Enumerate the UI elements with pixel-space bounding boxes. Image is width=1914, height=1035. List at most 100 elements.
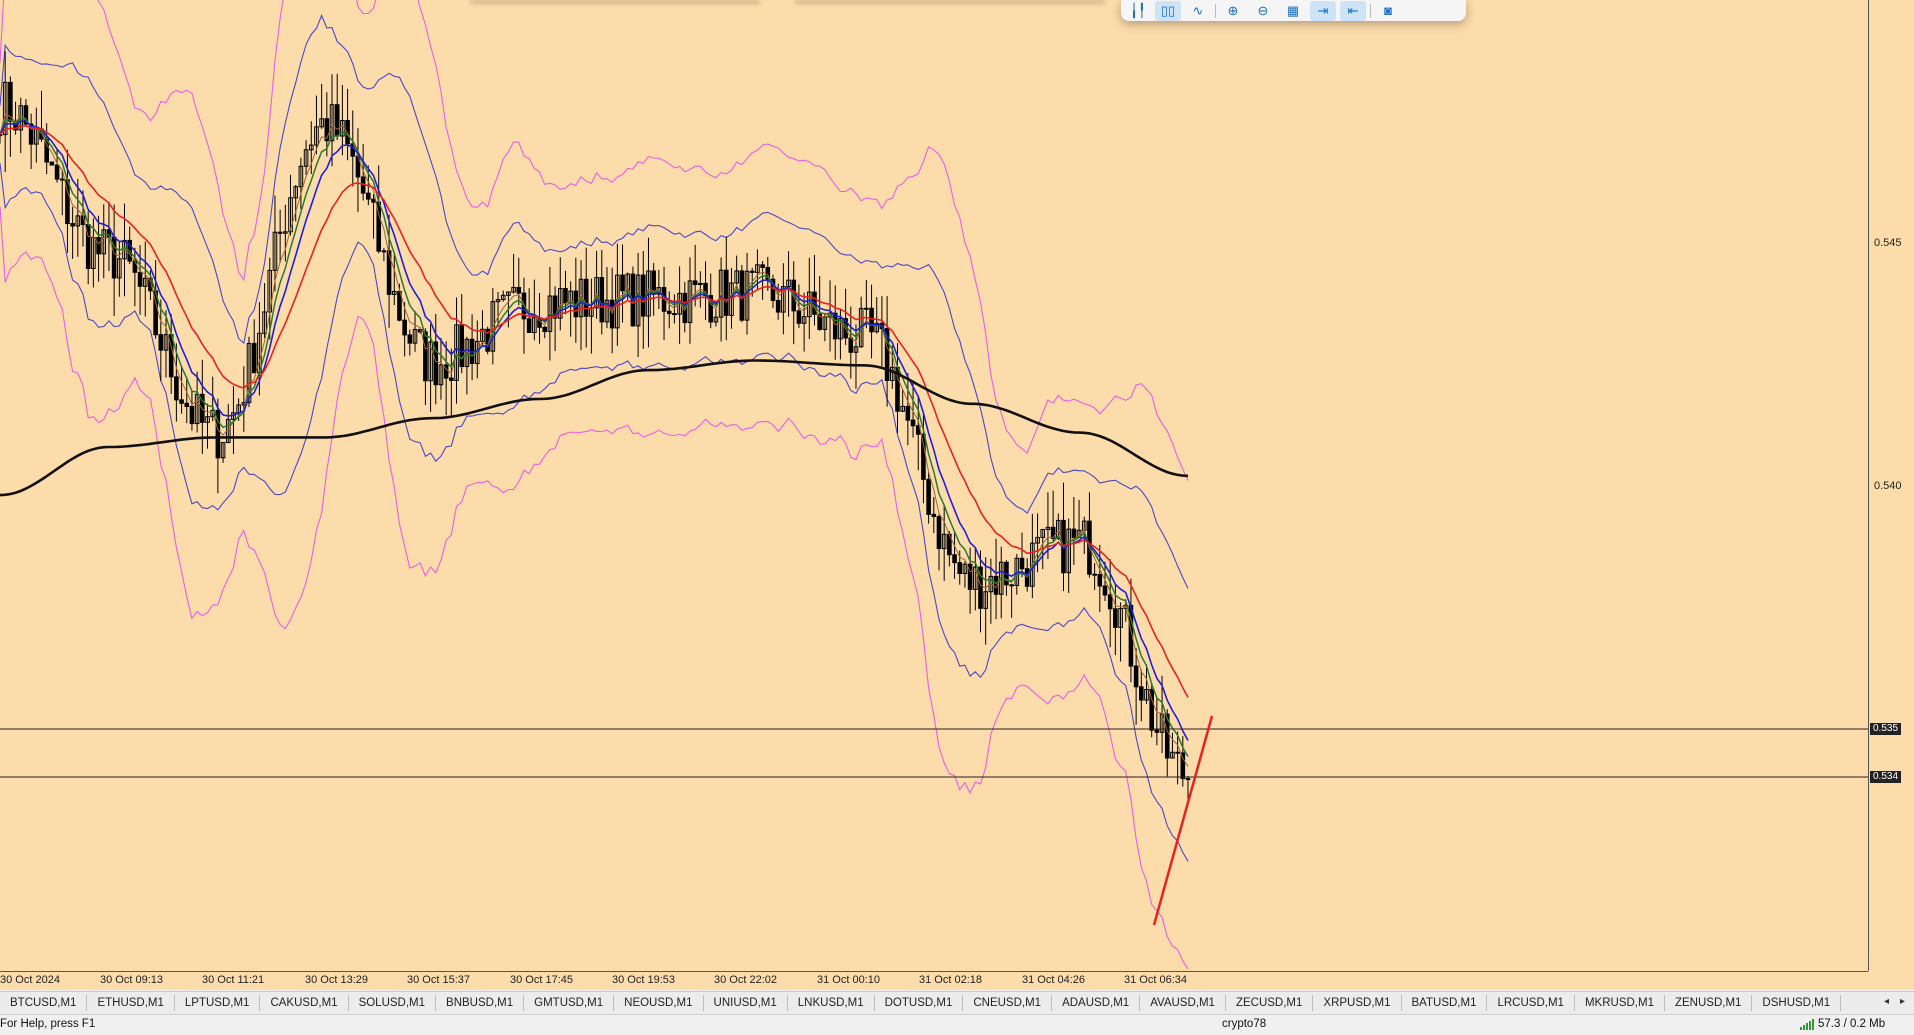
symbol-tab[interactable]: ETHUSD,M1 [87,995,175,1011]
toolbar-shadow [795,0,1105,4]
candle-body [775,299,781,313]
time-axis [0,971,1868,972]
candle-body [921,433,926,480]
ma-green-line [0,117,1189,757]
symbol-tab[interactable]: LPTUSD,M1 [175,995,261,1011]
candle-body [760,264,765,268]
symbol-tab[interactable]: DOTUSD,M1 [875,995,964,1011]
zoom-in-icon[interactable]: ⊕ [1220,1,1246,21]
candle-body [407,334,413,344]
candle-body [1107,594,1113,610]
candle-body [620,274,625,292]
toolbar-shadow [470,0,760,4]
candle-body [1092,573,1097,576]
line-chart-icon[interactable]: ∿ [1185,1,1211,21]
time-label: 31 Oct 00:10 [817,974,880,986]
bar-chart-icon[interactable]: ╽╿ [1125,1,1151,21]
symbol-tab[interactable]: CAKUSD,M1 [260,995,349,1011]
candle-body [692,280,698,286]
candle-body [526,318,532,333]
status-profile: crypto78 [1222,1018,1267,1030]
candle-body [49,161,55,166]
time-label: 30 Oct 13:29 [305,974,368,986]
symbol-tabs-bar: BTCUSD,M1 ETHUSD,M1 LPTUSD,M1 CAKUSD,M1 … [0,991,1914,1014]
screenshot-icon[interactable]: ◙ [1375,1,1401,21]
toolbar-divider [1370,3,1371,18]
candle-body [189,405,195,425]
symbol-tab[interactable]: DSHUSD,M1 [1752,995,1842,1011]
candle-body [926,478,931,515]
candle-body [423,331,428,382]
candle-body [174,376,179,401]
candle-body [70,223,75,227]
time-label: 31 Oct 06:34 [1124,974,1187,986]
candle-body [931,513,937,518]
symbol-tab[interactable]: LRCUSD,M1 [1487,995,1575,1011]
price-axis [1868,0,1869,971]
symbol-tab[interactable]: LNKUSD,M1 [788,995,875,1011]
candle-body [158,334,164,351]
chart-area[interactable]: 0.545 0.540 0.535 0.534 30 Oct 2024 30 O… [0,0,1914,990]
tab-scroll-left-icon[interactable]: ◂ [1884,996,1889,1007]
candle-body [957,562,963,575]
candle-body [516,286,522,294]
price-level-label: 0.540 [1874,480,1902,492]
symbol-tab[interactable]: BATUSD,M1 [1402,995,1488,1011]
bollinger-outer-upper [0,0,1189,481]
candle-body [905,405,911,421]
toolbar-divider [1215,3,1216,18]
candle-body [371,198,376,203]
symbol-tab[interactable]: ZENUSD,M1 [1665,995,1753,1011]
candle-body [563,288,568,304]
candle-body [864,307,869,310]
candle-body [137,271,143,287]
candle-body [542,326,548,333]
chart-shift-icon[interactable]: ⇤ [1340,0,1366,21]
status-bar: For Help, press F1 crypto78 57.3 / 0.2 M… [0,1014,1914,1035]
candle-body [179,399,184,404]
grid-icon[interactable]: ▦ [1280,1,1306,21]
status-traffic: 57.3 / 0.2 Mb [1818,1018,1886,1030]
candle-body [672,313,677,316]
price-chart[interactable] [0,0,1868,971]
zoom-out-icon[interactable]: ⊖ [1250,1,1276,21]
symbol-tab[interactable]: AVAUSD,M1 [1140,995,1226,1011]
tab-scroll-right-icon[interactable]: ▸ [1900,996,1905,1007]
time-label: 31 Oct 02:18 [919,974,982,986]
candle-body [910,419,916,427]
autoscroll-icon[interactable]: ⇥ [1310,0,1336,21]
candle-body [666,310,672,315]
symbol-tab[interactable]: GMTUSD,M1 [524,995,615,1011]
candle-body [449,377,454,381]
symbol-tab[interactable]: ZECUSD,M1 [1226,995,1314,1011]
candle-body [1133,665,1139,688]
symbol-tab[interactable]: XRPUSD,M1 [1313,995,1402,1011]
candle-body [583,278,589,317]
candle-body [723,269,729,316]
status-connection: 57.3 / 0.2 Mb [1800,1018,1885,1030]
candle-body [1009,584,1014,587]
price-level-label: 0.545 [1874,237,1902,249]
candle-body [334,104,340,137]
bollinger-outer-lower [0,206,1189,970]
candle-body [459,324,465,368]
symbol-tab[interactable]: ADAUSD,M1 [1052,995,1141,1011]
candle-body [599,277,605,323]
bollinger-inner-lower [0,163,1189,862]
symbol-tab[interactable]: NEOUSD,M1 [614,995,704,1011]
price-tag-lower: 0.534 [1870,771,1902,783]
symbol-tab[interactable]: CNEUSD,M1 [963,995,1053,1011]
symbol-tab[interactable]: BNBUSD,M1 [436,995,525,1011]
candle-body [869,307,874,333]
candle-body [749,270,755,273]
candle-body [1113,608,1118,628]
symbol-tab[interactable]: BTCUSD,M1 [0,995,88,1011]
candle-body [1102,585,1108,596]
symbol-tab[interactable]: SOLUSD,M1 [349,995,437,1011]
candle-body [1185,778,1191,781]
symbol-tab[interactable]: UNIUSD,M1 [704,995,788,1011]
symbol-tab[interactable]: MKRUSD,M1 [1575,995,1665,1011]
candlestick-icon[interactable]: ▯▯ [1155,0,1181,21]
candle-body [796,310,802,324]
candle-body [952,554,957,564]
